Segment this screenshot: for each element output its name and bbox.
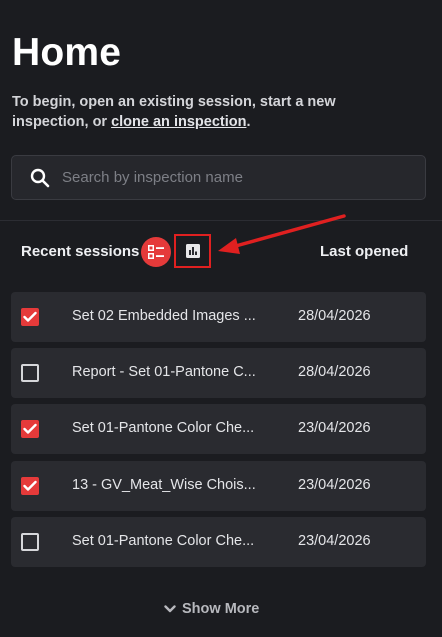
- search-box[interactable]: [11, 155, 426, 200]
- clone-inspection-link[interactable]: clone an inspection: [111, 114, 246, 130]
- session-checkbox[interactable]: [21, 420, 39, 438]
- search-icon: [30, 168, 50, 187]
- session-row[interactable]: Report - Set 01-Pantone C... 28/04/2026: [11, 348, 426, 398]
- page-title: Home: [12, 31, 122, 74]
- session-last-opened-date: 28/04/2026: [298, 308, 371, 324]
- bar-chart-icon: [185, 244, 200, 258]
- session-checkbox[interactable]: [21, 364, 39, 382]
- session-name: Set 01-Pantone Color Che...: [72, 533, 255, 549]
- search-input[interactable]: [62, 156, 425, 199]
- session-checkbox[interactable]: [21, 477, 39, 495]
- session-row[interactable]: Set 02 Embedded Images ... 28/04/2026: [11, 292, 426, 342]
- check-icon: [23, 423, 37, 434]
- check-icon: [23, 480, 37, 491]
- session-checkbox[interactable]: [21, 533, 39, 551]
- session-last-opened-date: 23/04/2026: [298, 477, 371, 493]
- session-row[interactable]: Set 01-Pantone Color Che... 23/04/2026: [11, 404, 426, 454]
- chevron-down-icon: [164, 605, 176, 613]
- show-more-label: Show More: [182, 601, 260, 617]
- intro-text-end: .: [246, 114, 251, 130]
- session-name: Report - Set 01-Pantone C...: [72, 364, 256, 380]
- session-row[interactable]: 13 - GV_Meat_Wise Chois... 23/04/2026: [11, 461, 426, 511]
- session-name: Set 02 Embedded Images ...: [72, 308, 256, 324]
- session-last-opened-date: 23/04/2026: [298, 420, 371, 436]
- recent-sessions-label: Recent sessions: [21, 243, 140, 260]
- intro-text: To begin, open an existing session, star…: [12, 92, 412, 132]
- session-checkbox[interactable]: [21, 308, 39, 326]
- session-last-opened-date: 23/04/2026: [298, 533, 371, 549]
- show-more-button[interactable]: Show More: [164, 598, 259, 620]
- session-name: Set 01-Pantone Color Che...: [72, 420, 255, 436]
- session-name: 13 - GV_Meat_Wise Chois...: [72, 477, 256, 493]
- chart-view-button[interactable]: [174, 234, 211, 268]
- session-row[interactable]: Set 01-Pantone Color Che... 23/04/2026: [11, 517, 426, 567]
- check-icon: [23, 311, 37, 322]
- list-view-icon: [148, 245, 164, 259]
- list-view-button[interactable]: [141, 237, 171, 267]
- annotation-arrow: [218, 214, 346, 254]
- session-last-opened-date: 28/04/2026: [298, 364, 371, 380]
